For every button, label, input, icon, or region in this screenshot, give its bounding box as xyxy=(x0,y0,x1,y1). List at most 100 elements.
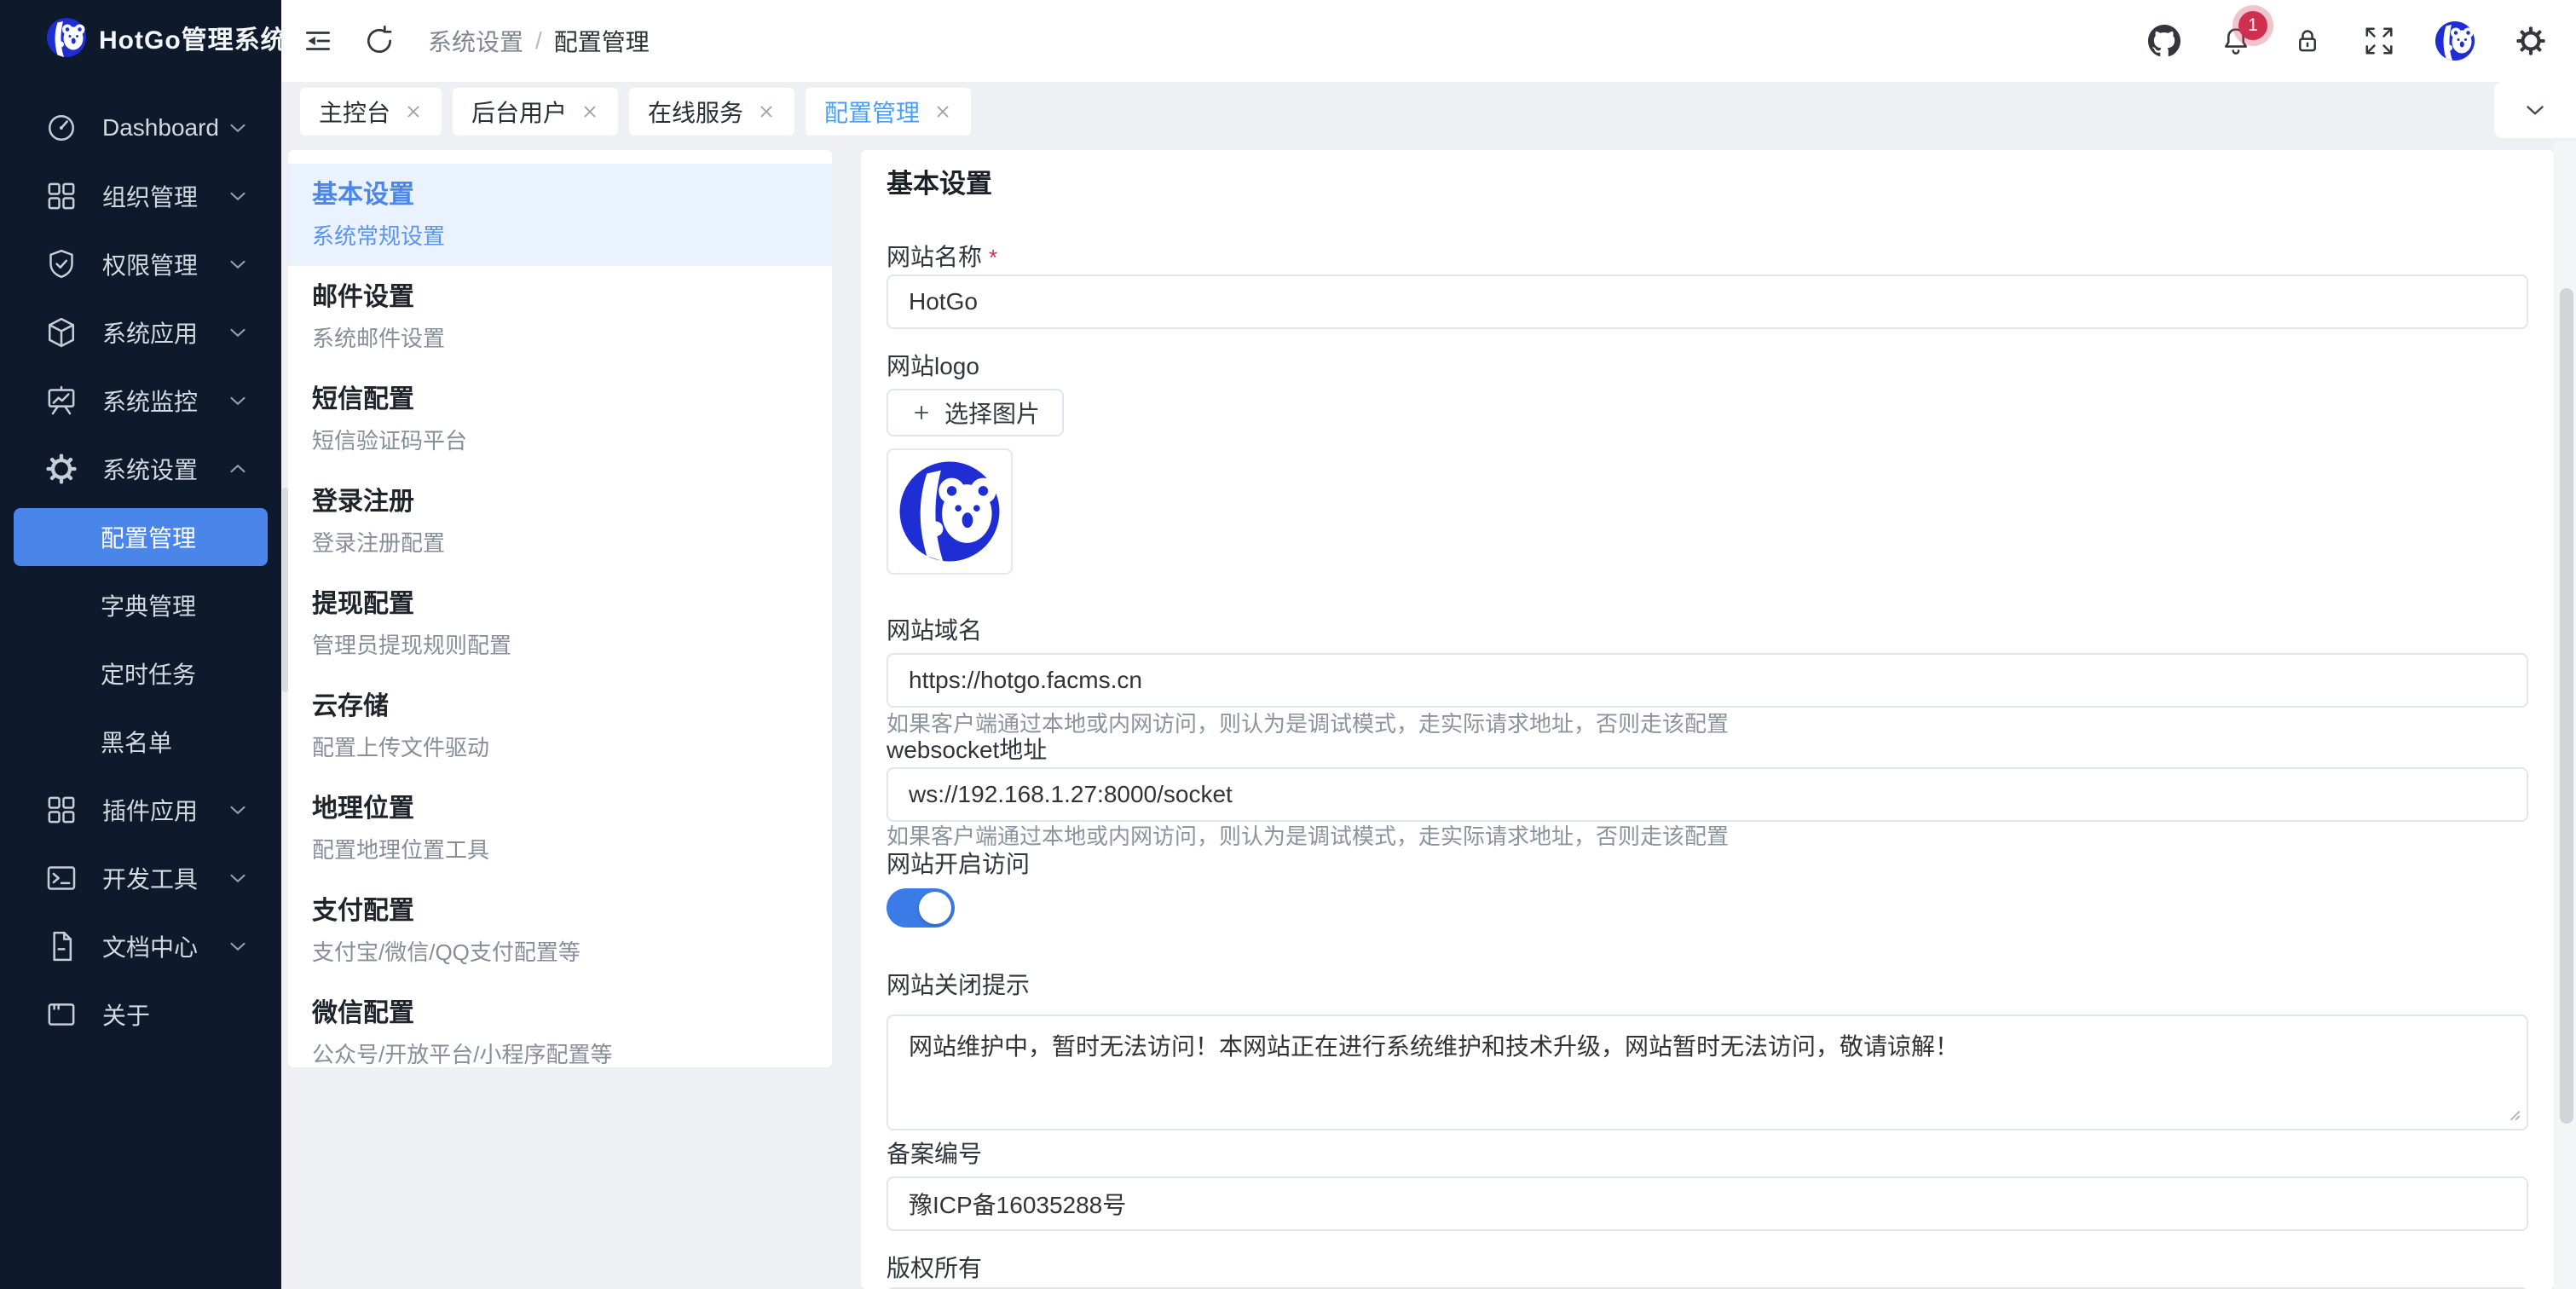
close-icon[interactable] xyxy=(404,102,423,121)
pick-image-button[interactable]: 选择图片 xyxy=(887,389,1064,436)
page-scrollbar-track xyxy=(2554,142,2576,1289)
sidebar-item-dev-tools[interactable]: 开发工具 xyxy=(0,844,281,912)
chevron-down-icon xyxy=(225,934,251,959)
icp-input[interactable] xyxy=(887,1176,2528,1231)
koala-logo-icon xyxy=(46,17,87,58)
sidebar-item-label: 系统监控 xyxy=(102,384,225,418)
sidebar-subitem-label: 定时任务 xyxy=(101,656,196,691)
settings-nav-title: 微信配置 xyxy=(312,999,808,1028)
settings-nav-item-login[interactable]: 登录注册 登录注册配置 xyxy=(288,471,832,573)
settings-nav-title: 邮件设置 xyxy=(312,283,808,312)
sidebar-menu: Dashboard 组织管理 权限管理 系统应用 系统监控 xyxy=(0,75,281,1049)
settings-nav-scrollbar[interactable] xyxy=(282,488,288,692)
breadcrumb-section[interactable]: 系统设置 xyxy=(428,24,523,58)
websocket-help: 如果客户端通过本地或内网访问，则认为是调试模式，走实际请求地址，否则走该配置 xyxy=(887,824,2528,849)
sidebar-item-dashboard[interactable]: Dashboard xyxy=(0,94,281,162)
sidebar-subitem-dictionary[interactable]: 字典管理 xyxy=(0,571,281,639)
settings-nav-title: 提现配置 xyxy=(312,590,808,619)
header-actions: 1 xyxy=(2148,20,2547,61)
sidebar-subitem-label: 黑名单 xyxy=(101,725,172,759)
websocket-input[interactable] xyxy=(887,767,2528,822)
settings-nav-item-withdraw[interactable]: 提现配置 管理员提现规则配置 xyxy=(288,573,832,675)
settings-nav-title: 云存储 xyxy=(312,692,808,721)
tabbar: 主控台 后台用户 在线服务 配置管理 xyxy=(281,82,2576,142)
tab-config[interactable]: 配置管理 xyxy=(806,88,971,136)
collapse-sidebar-icon[interactable] xyxy=(302,25,334,57)
settings-nav-panel: 基本设置 系统常规设置 邮件设置 系统邮件设置 短信配置 短信验证码平台 登录注… xyxy=(288,150,832,1067)
chevron-down-icon xyxy=(2521,95,2550,124)
settings-nav-subtitle: 公众号/开放平台/小程序配置等 xyxy=(312,1042,808,1067)
logo-thumbnail[interactable] xyxy=(887,448,1013,575)
sidebar-item-label: 系统设置 xyxy=(102,452,225,486)
settings-nav-item-basic[interactable]: 基本设置 系统常规设置 xyxy=(288,164,832,266)
tab-label: 后台用户 xyxy=(471,95,567,129)
close-icon[interactable] xyxy=(580,102,599,121)
sidebar-subitem-label: 配置管理 xyxy=(101,520,196,554)
gear-icon xyxy=(44,452,78,486)
sidebar-item-plugins[interactable]: 插件应用 xyxy=(0,776,281,844)
chevron-up-icon xyxy=(225,456,251,482)
site-name-input[interactable] xyxy=(887,275,2528,329)
settings-nav-item-payment[interactable]: 支付配置 支付宝/微信/QQ支付配置等 xyxy=(288,880,832,982)
site-access-toggle[interactable] xyxy=(887,888,955,928)
sidebar-subitem-config[interactable]: 配置管理 xyxy=(14,508,268,566)
tab-admin-users[interactable]: 后台用户 xyxy=(453,88,618,136)
settings-nav-item-geo[interactable]: 地理位置 配置地理位置工具 xyxy=(288,777,832,880)
resize-grip-icon[interactable] xyxy=(2503,1103,2521,1122)
tab-console[interactable]: 主控台 xyxy=(300,88,442,136)
sidebar-item-system-settings[interactable]: 系统设置 xyxy=(0,435,281,503)
sidebar-item-organization[interactable]: 组织管理 xyxy=(0,162,281,230)
sidebar-item-label: 组织管理 xyxy=(102,179,225,213)
notifications-button[interactable]: 1 xyxy=(2220,25,2252,57)
sidebar-item-label: Dashboard xyxy=(102,114,225,142)
sidebar-subitem-cron[interactable]: 定时任务 xyxy=(0,639,281,708)
settings-nav-item-storage[interactable]: 云存储 配置上传文件驱动 xyxy=(288,675,832,777)
settings-nav-subtitle: 配置地理位置工具 xyxy=(312,837,808,863)
settings-gear-icon[interactable] xyxy=(2515,25,2547,57)
cube-icon xyxy=(44,315,78,350)
sidebar-item-permissions[interactable]: 权限管理 xyxy=(0,230,281,298)
basic-settings-form: 基本设置 网站名称* 网站logo 选择图片 网站域名 如果客户端通过本地或内网… xyxy=(861,150,2554,1289)
sidebar-item-system-apps[interactable]: 系统应用 xyxy=(0,298,281,367)
icp-label: 备案编号 xyxy=(887,1142,2528,1166)
chevron-down-icon xyxy=(225,865,251,891)
settings-nav-item-sms[interactable]: 短信配置 短信验证码平台 xyxy=(288,368,832,471)
org-grid-icon xyxy=(44,179,78,213)
sidebar-item-monitoring[interactable]: 系统监控 xyxy=(0,367,281,435)
tab-label: 在线服务 xyxy=(648,95,743,129)
sidebar-subitem-blacklist[interactable]: 黑名单 xyxy=(0,708,281,776)
settings-nav-subtitle: 配置上传文件驱动 xyxy=(312,735,808,760)
tab-actions-button[interactable] xyxy=(2494,82,2576,138)
site-name-label: 网站名称* xyxy=(887,246,2528,269)
shield-check-icon xyxy=(44,247,78,281)
chevron-down-icon xyxy=(225,251,251,277)
avatar-koala-icon xyxy=(2434,20,2475,61)
settings-nav-item-email[interactable]: 邮件设置 系统邮件设置 xyxy=(288,266,832,368)
site-logo-label: 网站logo xyxy=(887,355,2528,379)
site-domain-input[interactable] xyxy=(887,653,2528,708)
close-icon[interactable] xyxy=(757,102,776,121)
avatar[interactable] xyxy=(2434,20,2475,61)
settings-nav-title: 基本设置 xyxy=(312,181,808,210)
lock-screen-icon[interactable] xyxy=(2291,25,2324,57)
app-window: HotGo管理系统 Dashboard 组织管理 权限管理 系统应用 xyxy=(0,0,2576,1289)
sidebar-item-label: 文档中心 xyxy=(102,929,225,963)
sidebar-item-about[interactable]: 关于 xyxy=(0,980,281,1049)
dashboard-icon xyxy=(44,111,78,145)
page-scrollbar-thumb[interactable] xyxy=(2560,288,2573,1124)
github-icon[interactable] xyxy=(2148,25,2180,57)
brand[interactable]: HotGo管理系统 xyxy=(0,0,281,75)
close-icon[interactable] xyxy=(933,102,952,121)
refresh-icon[interactable] xyxy=(363,25,396,57)
copyright-label: 版权所有 xyxy=(887,1257,2528,1280)
sidebar-item-label: 开发工具 xyxy=(102,861,225,895)
required-asterisk: * xyxy=(989,245,997,270)
sidebar-item-docs[interactable]: 文档中心 xyxy=(0,912,281,980)
close-tip-textarea[interactable]: 网站维护中，暂时无法访问！本网站正在进行系统维护和技术升级，网站暂时无法访问，敬… xyxy=(887,1014,2528,1130)
settings-nav-title: 支付配置 xyxy=(312,897,808,926)
settings-nav-item-wechat[interactable]: 微信配置 公众号/开放平台/小程序配置等 xyxy=(288,982,832,1067)
fullscreen-icon[interactable] xyxy=(2363,25,2395,57)
tab-online-service[interactable]: 在线服务 xyxy=(629,88,794,136)
plus-icon xyxy=(910,402,933,424)
close-tip-label: 网站关闭提示 xyxy=(887,974,2528,997)
